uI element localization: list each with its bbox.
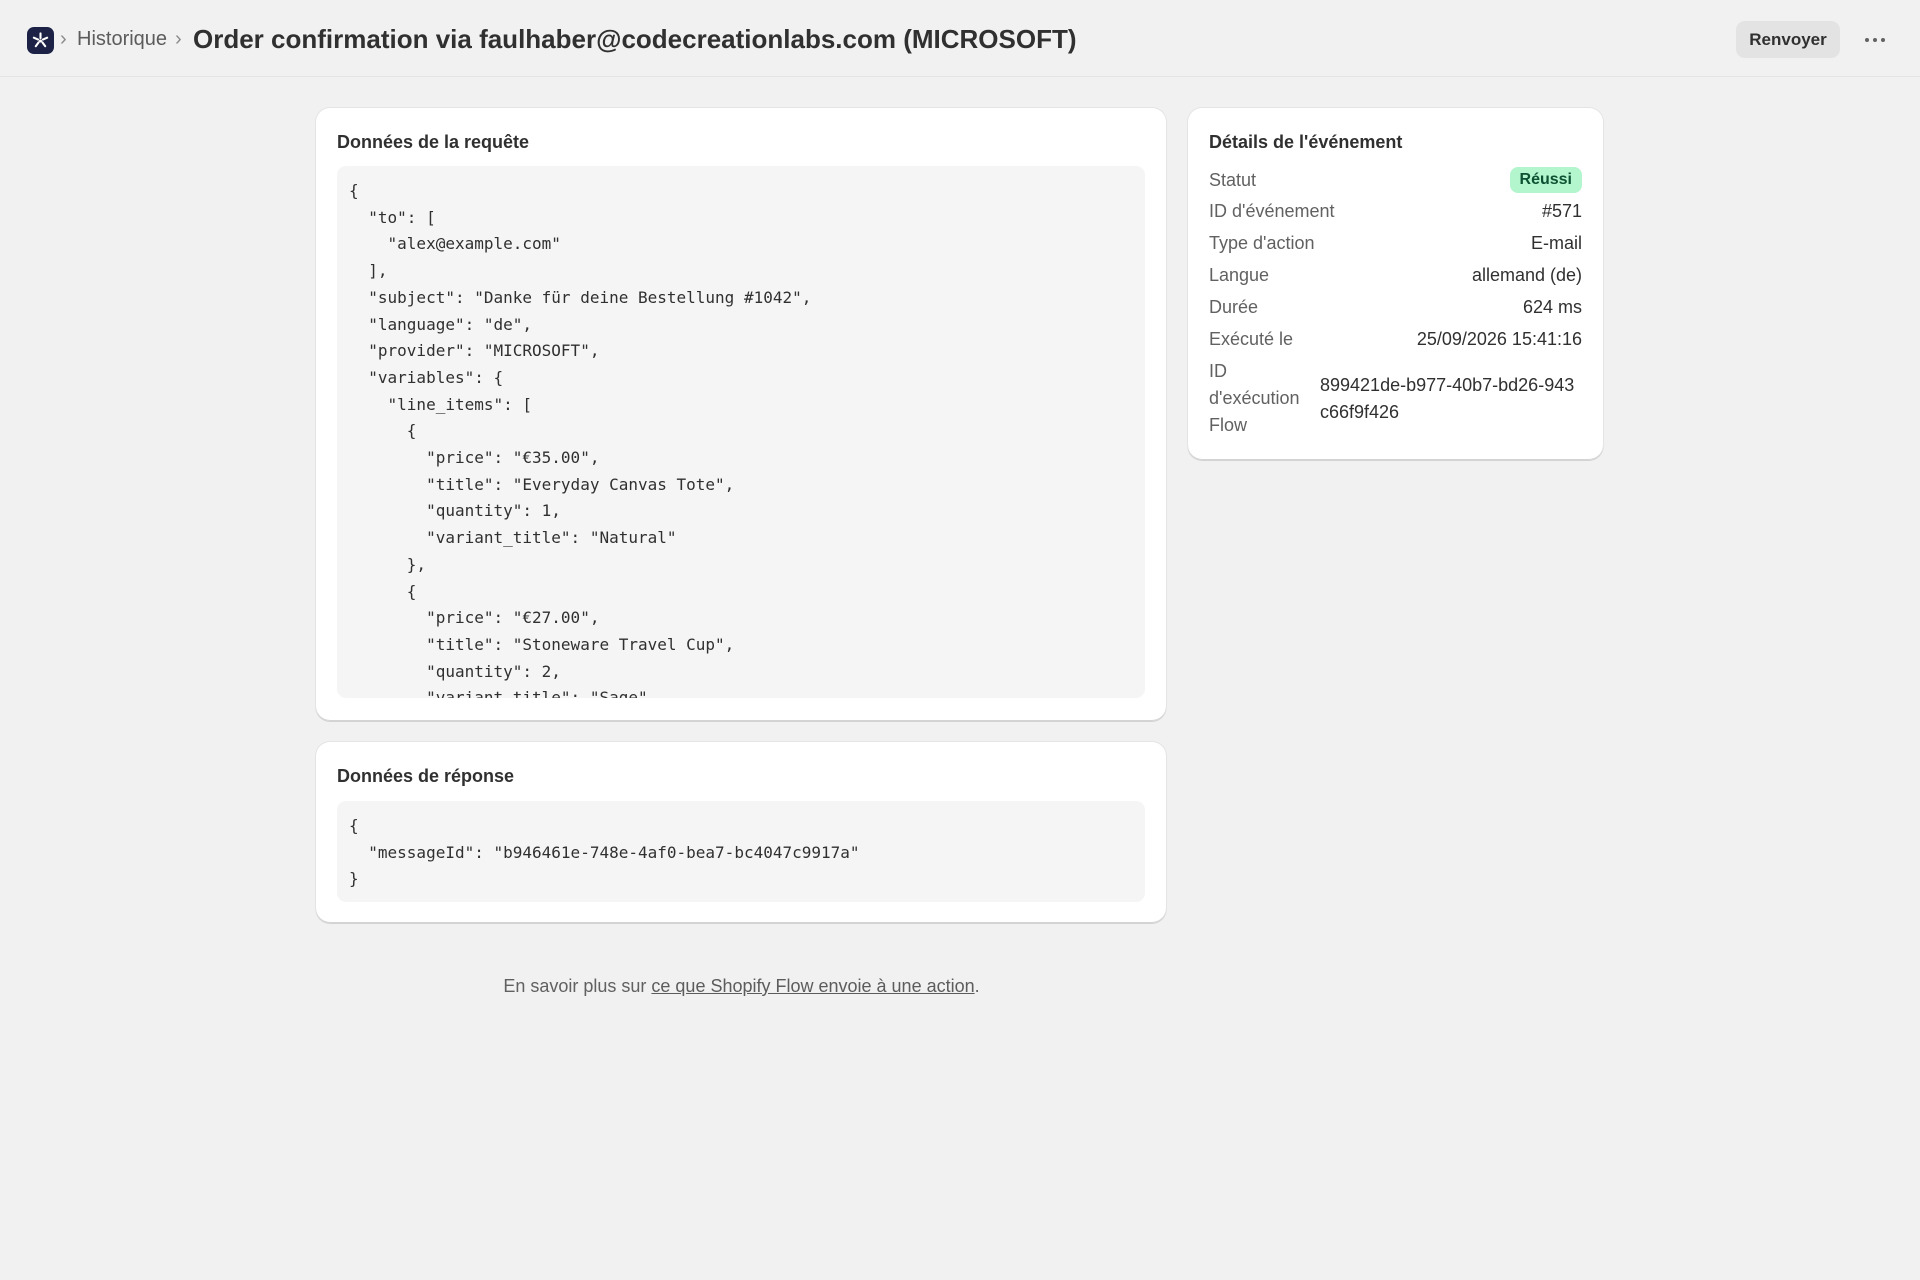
learn-more-note: En savoir plus sur ce que Shopify Flow e… — [0, 974, 1483, 998]
breadcrumb-separator-icon: › — [60, 28, 67, 50]
response-data-title: Données de réponse — [337, 766, 515, 786]
breadcrumb-history-link[interactable]: Historique — [77, 26, 167, 52]
response-json: { "messageId": "b946461e-748e-4af0-bea7-… — [349, 816, 860, 889]
detail-row-status: Statut Réussi — [1209, 166, 1582, 194]
flow-execution-id-label: ID d'exécution Flow — [1209, 361, 1300, 435]
duration-value: 624 ms — [1522, 297, 1582, 317]
resend-button[interactable]: Renvoyer — [1736, 21, 1840, 58]
language-value: allemand (de) — [1471, 265, 1582, 285]
status-badge: Réussi — [1509, 167, 1582, 193]
detail-row-language: Langue allemand (de) — [1209, 263, 1582, 287]
breadcrumb-separator-icon: › — [175, 28, 182, 50]
learn-more-suffix: . — [974, 976, 980, 996]
flow-logo-glyph — [32, 32, 49, 48]
more-horizontal-icon — [1873, 38, 1877, 42]
executed-at-value: 25/09/2026 15:41:16 — [1416, 329, 1582, 349]
request-json: { "to": [ "alex@example.com" ], "subject… — [349, 181, 812, 698]
language-label: Langue — [1209, 265, 1270, 285]
event-id-value: #571 — [1541, 201, 1582, 221]
detail-row-event-id: ID d'événement #571 — [1209, 199, 1582, 223]
more-horizontal-icon — [1865, 38, 1869, 42]
learn-more-prefix: En savoir plus sur — [503, 976, 652, 996]
response-data-card: Données de réponse { "messageId": "b9464… — [316, 742, 1166, 923]
action-type-label: Type d'action — [1209, 233, 1315, 253]
flow-execution-id-value: 899421de-b977-40b7-bd26-943c66f9f426 — [1320, 374, 1575, 422]
request-data-card: Données de la requête { "to": [ "alex@ex… — [316, 108, 1166, 721]
flow-app-icon[interactable] — [27, 27, 54, 54]
event-details-card: Détails de l'événement Statut Réussi ID … — [1188, 108, 1603, 460]
action-type-value: E-mail — [1530, 233, 1582, 253]
executed-at-label: Exécuté le — [1209, 329, 1294, 349]
more-actions-button[interactable] — [1860, 26, 1890, 54]
duration-label: Durée — [1209, 297, 1259, 317]
detail-row-duration: Durée 624 ms — [1209, 295, 1582, 319]
event-id-label: ID d'événement — [1209, 201, 1335, 221]
status-label: Statut — [1209, 170, 1257, 190]
learn-more-link[interactable]: ce que Shopify Flow envoie à une action — [651, 976, 974, 996]
top-bar: › Historique › Order confirmation via fa… — [0, 0, 1920, 77]
detail-row-action-type: Type d'action E-mail — [1209, 231, 1582, 255]
more-horizontal-icon — [1881, 38, 1885, 42]
detail-row-flow-execution-id: ID d'exécution Flow 899421de-b977-40b7-b… — [1209, 358, 1582, 439]
event-details-title: Détails de l'événement — [1209, 132, 1403, 152]
request-data-title: Données de la requête — [337, 132, 530, 152]
page-title: Order confirmation via faulhaber@codecre… — [193, 24, 1077, 54]
response-code-block[interactable]: { "messageId": "b946461e-748e-4af0-bea7-… — [337, 801, 1145, 902]
request-code-block[interactable]: { "to": [ "alex@example.com" ], "subject… — [337, 166, 1145, 698]
detail-row-executed-at: Exécuté le 25/09/2026 15:41:16 — [1209, 327, 1582, 351]
